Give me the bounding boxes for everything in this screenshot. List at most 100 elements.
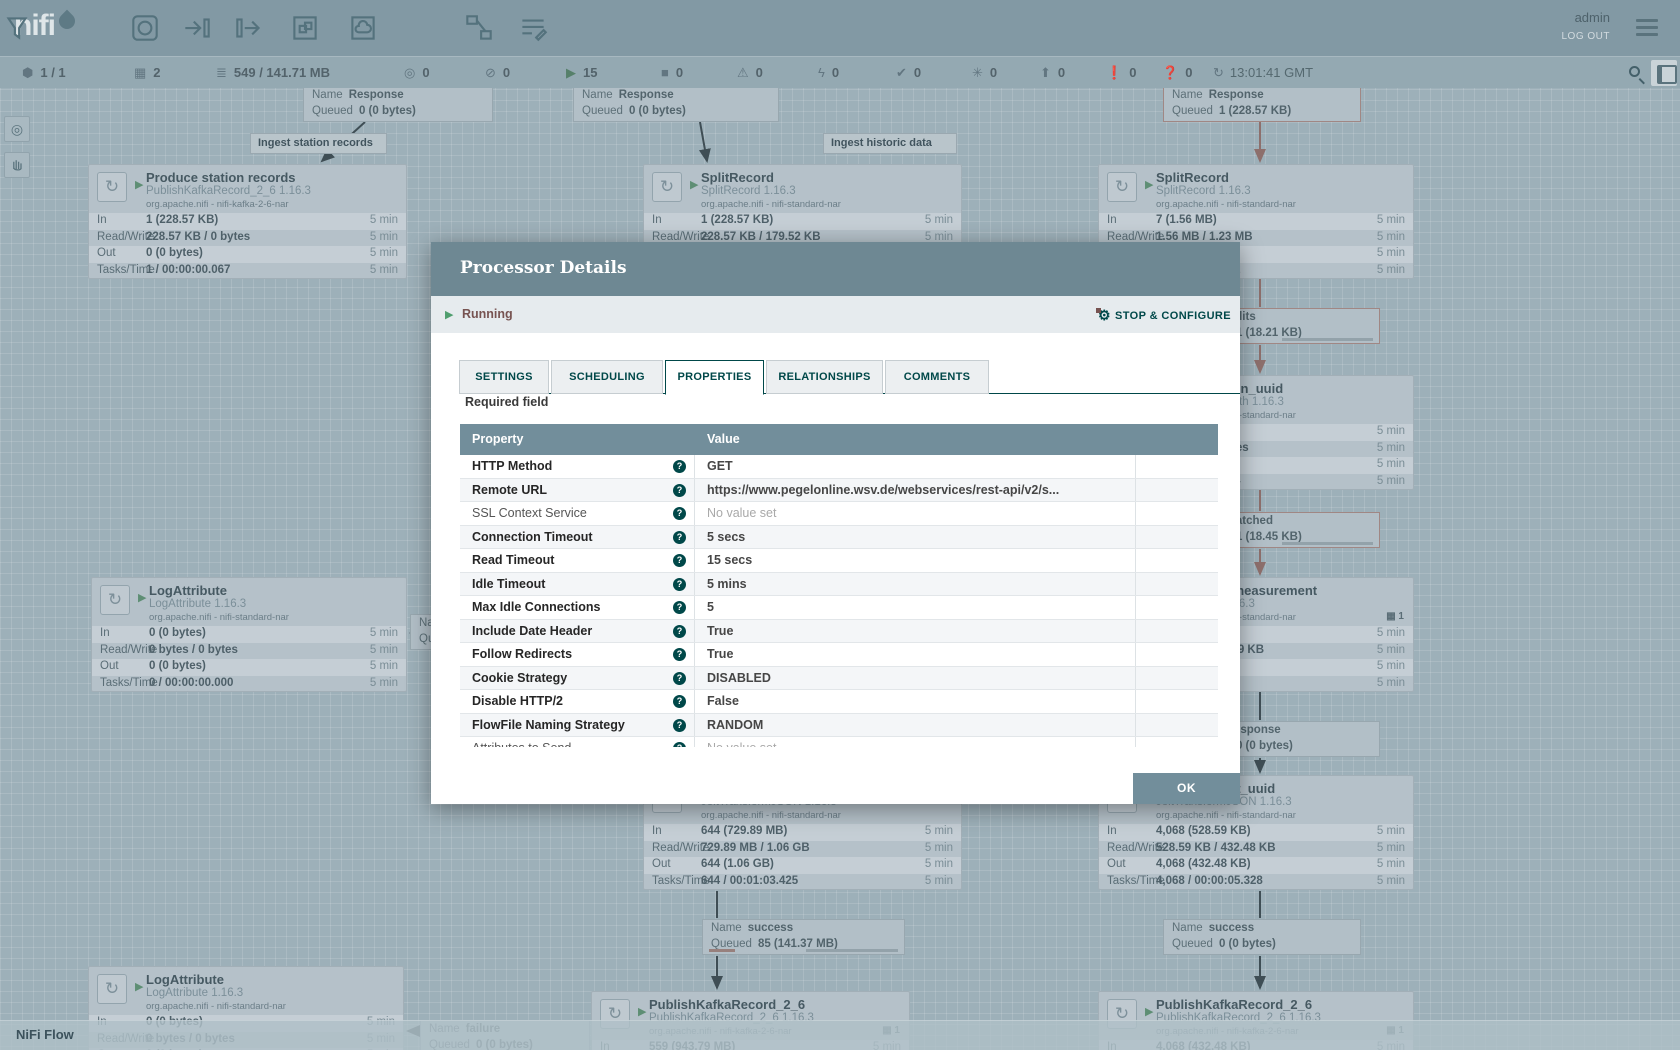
processor-stat-row: In7 (1.56 MB)5 min xyxy=(1099,213,1413,230)
property-value[interactable]: DISABLED xyxy=(695,667,1136,690)
remote-process-group-icon[interactable] xyxy=(346,11,380,45)
processor-type-icon: ↻ xyxy=(1107,172,1137,202)
connection-label[interactable]: NameResponseQueued0 (0 bytes) xyxy=(573,86,779,122)
label-icon[interactable] xyxy=(516,11,550,45)
processor-bundle: org.apache.nifi - nifi-standard-nar xyxy=(1156,810,1296,821)
help-icon[interactable]: ? xyxy=(673,601,686,614)
processor-node[interactable]: ↻▶Produce station recordsPublishKafkaRec… xyxy=(88,164,407,279)
processor-stat-row: Out0 (0 bytes)5 min xyxy=(89,246,406,263)
tab-scheduling[interactable]: SCHEDULING xyxy=(551,360,663,394)
droplet-icon xyxy=(56,10,79,33)
funnel-icon[interactable] xyxy=(0,11,34,45)
stat-sync-failure-versioned: ❓0 xyxy=(1162,57,1192,89)
processor-status-strip: ▶ Running ⚙STOP & CONFIGURE xyxy=(431,296,1240,333)
processor-stat-row: Tasks/Time0 / 00:00:00.0005 min xyxy=(92,676,406,693)
property-value[interactable]: GET xyxy=(695,455,1136,478)
help-icon[interactable]: ? xyxy=(673,648,686,661)
processor-node[interactable]: ↻▶LogAttributeLogAttribute 1.16.3org.apa… xyxy=(91,577,407,692)
processor-stat-row: Read/Write528.59 KB / 432.48 KB5 min xyxy=(1099,841,1413,858)
property-value[interactable]: 5 secs xyxy=(695,526,1136,549)
property-name: Read Timeout? xyxy=(460,549,695,572)
properties-table-header: Property Value xyxy=(460,424,1218,455)
property-value[interactable]: 5 xyxy=(695,596,1136,619)
stat-disabled-components: ϟ0 xyxy=(818,57,839,89)
processor-icon[interactable] xyxy=(128,11,162,45)
help-icon[interactable]: ? xyxy=(673,695,686,708)
property-row: Connection Timeout?5 secs xyxy=(460,526,1218,550)
help-icon[interactable]: ? xyxy=(673,554,686,567)
input-port-icon[interactable] xyxy=(180,11,214,45)
property-value[interactable]: RANDOM xyxy=(695,714,1136,737)
sync-failure-versioned-icon: ❓ xyxy=(1162,65,1178,80)
last-refresh-clock[interactable]: ↻13:01:41 GMT xyxy=(1213,57,1313,89)
help-icon[interactable]: ? xyxy=(673,484,686,497)
processor-name: PublishKafkaRecord_2_6 xyxy=(1156,997,1312,1012)
property-value[interactable]: True xyxy=(695,643,1136,666)
connection-label[interactable]: NameResponseQueued0 (0 bytes) xyxy=(303,86,493,122)
connection-label[interactable]: NamesuccessQueued85 (141.37 MB) xyxy=(702,919,905,955)
processor-stat-row: Tasks/Time1 / 00:00:00.0675 min xyxy=(89,263,406,280)
help-icon[interactable]: ? xyxy=(673,742,686,747)
help-icon[interactable]: ? xyxy=(673,719,686,732)
processor-name: PublishKafkaRecord_2_6 xyxy=(649,997,805,1012)
value-column-header: Value xyxy=(695,424,1136,455)
refresh-icon[interactable]: ↻ xyxy=(1213,65,1224,80)
breadcrumb[interactable]: NiFi Flow xyxy=(16,1027,74,1042)
property-name: Follow Redirects? xyxy=(460,643,695,666)
property-row: Include Date Header?True xyxy=(460,620,1218,644)
help-icon[interactable]: ? xyxy=(673,460,686,473)
connection-label[interactable]: NamesuccessQueued0 (0 bytes) xyxy=(1163,919,1361,955)
property-value[interactable]: 15 secs xyxy=(695,549,1136,572)
invalid-components-icon: ⚠ xyxy=(737,65,749,80)
property-name: Remote URL? xyxy=(460,479,695,502)
stat-up-to-date-versioned: ✔0 xyxy=(896,57,921,89)
property-name: FlowFile Naming Strategy? xyxy=(460,714,695,737)
property-value[interactable]: False xyxy=(695,690,1136,713)
property-value[interactable]: https://www.pegelonline.wsv.de/webservic… xyxy=(695,479,1136,502)
property-value[interactable]: True xyxy=(695,620,1136,643)
processor-type-icon: ↻ xyxy=(97,172,127,202)
property-value[interactable]: No value set xyxy=(695,737,1136,747)
flow-label[interactable]: Ingest historic data xyxy=(823,133,957,154)
property-row: Follow Redirects?True xyxy=(460,643,1218,667)
sidebar-toggle-icon[interactable] xyxy=(1651,60,1677,86)
stop-and-configure-button[interactable]: ⚙STOP & CONFIGURE xyxy=(1098,307,1231,324)
flow-label[interactable]: Ingest station records xyxy=(250,133,387,154)
connection-label[interactable]: NameResponseQueued1 (228.57 KB) xyxy=(1163,86,1361,122)
processor-bundle: org.apache.nifi - nifi-standard-nar xyxy=(1156,199,1296,210)
locally-modified-versioned-icon: ✳ xyxy=(972,65,983,80)
ok-button[interactable]: OK xyxy=(1133,773,1240,804)
property-name: Cookie Strategy? xyxy=(460,667,695,690)
help-icon[interactable]: ? xyxy=(673,672,686,685)
processor-bundle: org.apache.nifi - nifi-standard-nar xyxy=(146,1001,286,1012)
running-icon: ▶ xyxy=(135,178,143,191)
processor-stat-row: Tasks/Time644 / 00:01:03.4255 min xyxy=(644,874,961,891)
navigate-palette-toggle[interactable]: ◎ xyxy=(4,116,30,142)
processor-bundle: org.apache.nifi - nifi-standard-nar xyxy=(701,199,841,210)
help-icon[interactable]: ? xyxy=(673,531,686,544)
help-icon[interactable]: ? xyxy=(673,578,686,591)
tab-settings[interactable]: SETTINGS xyxy=(459,360,549,394)
output-port-icon[interactable] xyxy=(232,11,266,45)
operate-palette-toggle[interactable] xyxy=(4,152,30,178)
template-icon[interactable] xyxy=(462,11,496,45)
tab-relationships[interactable]: RELATIONSHIPS xyxy=(766,360,883,394)
search-icon[interactable] xyxy=(1629,66,1640,77)
help-icon[interactable]: ? xyxy=(673,507,686,520)
property-name: HTTP Method? xyxy=(460,455,695,478)
help-icon[interactable]: ? xyxy=(673,625,686,638)
process-group-icon[interactable] xyxy=(288,11,322,45)
property-row: SSL Context Service?No value set xyxy=(460,502,1218,526)
stat-cluster-nodes: ⬢1 / 1 xyxy=(22,57,66,89)
processor-stat-row: Out4,068 (432.48 KB)5 min xyxy=(1099,857,1413,874)
tab-properties[interactable]: PROPERTIES xyxy=(665,360,764,395)
logout-link[interactable]: LOG OUT xyxy=(1561,31,1610,42)
running-icon: ▶ xyxy=(138,591,146,604)
stopped-components-icon: ■ xyxy=(661,65,669,80)
property-value[interactable]: No value set xyxy=(695,502,1136,525)
property-name: Include Date Header? xyxy=(460,620,695,643)
property-row: Cookie Strategy?DISABLED xyxy=(460,667,1218,691)
property-value[interactable]: 5 mins xyxy=(695,573,1136,596)
global-menu-icon[interactable] xyxy=(1636,19,1658,40)
tab-comments[interactable]: COMMENTS xyxy=(885,360,989,394)
